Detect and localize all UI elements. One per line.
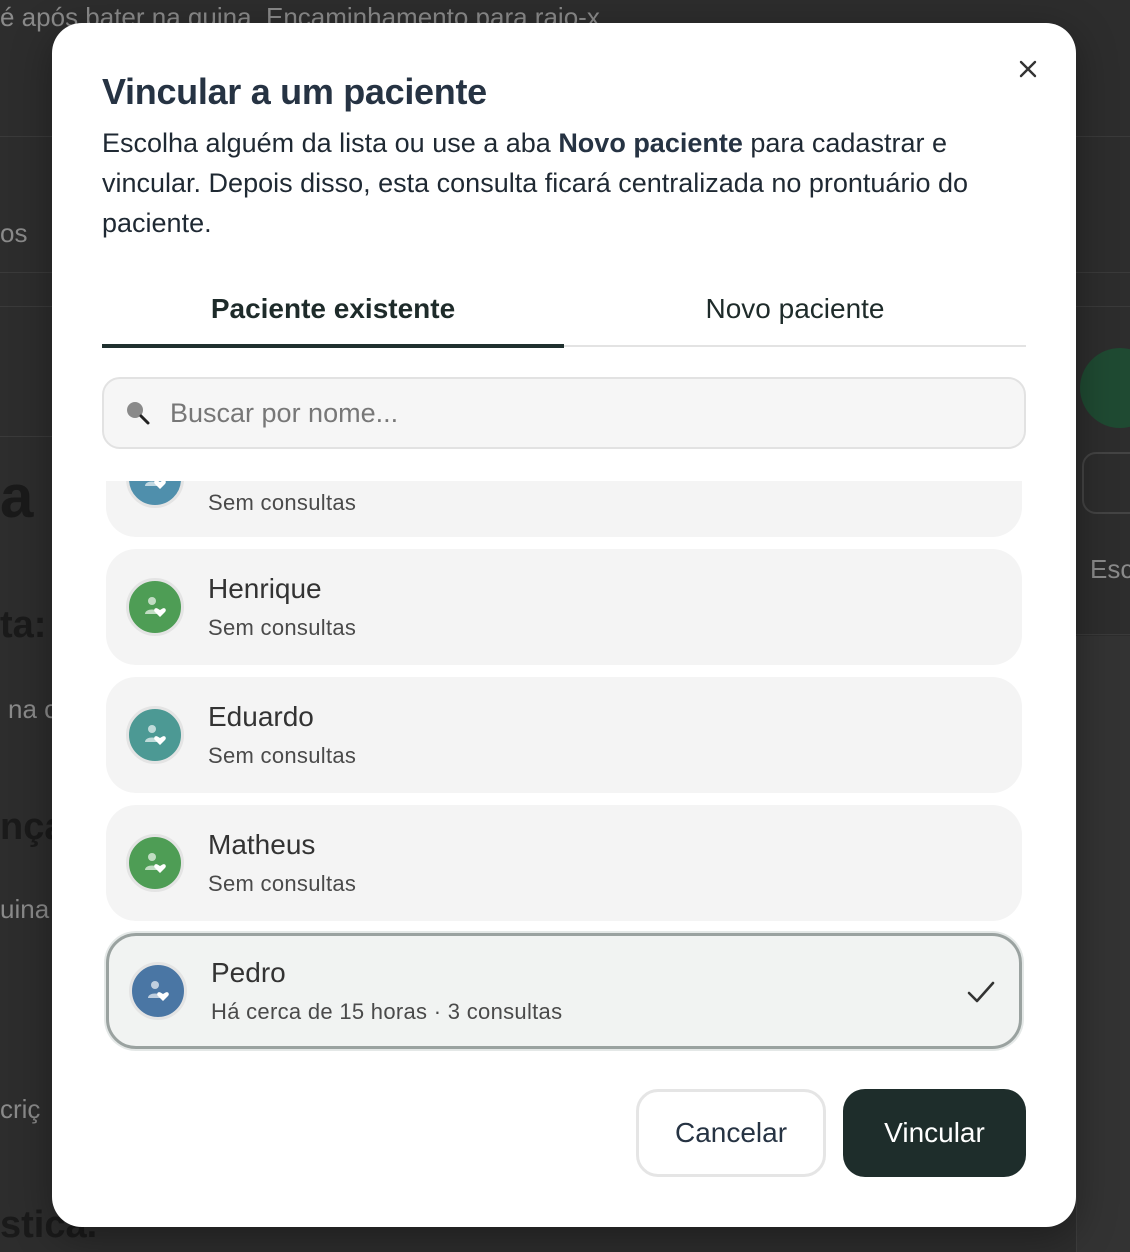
background-fragment: Esc (1090, 554, 1130, 584)
patient-item-henrique[interactable]: Henrique Sem consultas (106, 549, 1022, 665)
background-fragment: na c (8, 694, 58, 724)
check-icon (967, 981, 995, 1003)
patient-item-matheus[interactable]: Matheus Sem consultas (106, 805, 1022, 921)
patient-icon (145, 853, 166, 873)
background-fragment: uina (0, 894, 50, 924)
patient-icon (148, 981, 169, 1001)
search-input[interactable] (170, 397, 970, 429)
patient-name: Henrique (208, 573, 322, 604)
cancel-button[interactable]: Cancelar (636, 1089, 826, 1177)
patient-tabs: Paciente existente Novo paciente (102, 289, 1026, 348)
patient-name: Pedro (211, 957, 286, 988)
dialog-description: Escolha alguém da lista ou use a aba Nov… (102, 123, 1032, 243)
background-fragment: a (0, 463, 34, 530)
close-icon (1019, 60, 1037, 78)
tab-existing-patient[interactable]: Paciente existente (102, 289, 564, 348)
search-field (102, 377, 1026, 449)
patient-icon (145, 597, 166, 617)
divider (1076, 634, 1130, 635)
patient-list[interactable]: Sem consultas Henrique Sem consultas Edu… (102, 481, 1026, 1061)
avatar (129, 962, 187, 1020)
patient-subtitle: Sem consultas (208, 490, 357, 515)
dialog-title: Vincular a um paciente (102, 71, 487, 112)
avatar (126, 706, 184, 764)
background-fragment: criç (0, 1094, 41, 1124)
avatar (126, 834, 184, 892)
patient-subtitle: Sem consultas (208, 615, 357, 640)
patient-subtitle: Sem consultas (208, 743, 357, 768)
description-text: Escolha alguém da lista ou use a aba (102, 128, 559, 158)
background-input (1082, 452, 1130, 514)
patient-subtitle: Há cerca de 15 horas · 3 consultas (211, 999, 563, 1024)
background-avatar (1080, 348, 1130, 428)
avatar (126, 481, 184, 508)
close-button[interactable] (1014, 55, 1042, 83)
background-panel (1076, 636, 1130, 1252)
tab-new-patient[interactable]: Novo paciente (564, 289, 1026, 345)
background-fragment: ta: (0, 604, 47, 646)
patient-name: Matheus (208, 829, 316, 860)
link-patient-dialog: Vincular a um paciente Escolha alguém da… (52, 23, 1076, 1227)
link-button[interactable]: Vincular (843, 1089, 1026, 1177)
patient-item-eduardo[interactable]: Eduardo Sem consultas (106, 677, 1022, 793)
avatar (126, 578, 184, 636)
patient-name: Eduardo (208, 701, 314, 732)
patient-icon (145, 481, 166, 489)
search-icon (127, 402, 150, 425)
divider (0, 436, 60, 437)
background-fragment: os (0, 218, 28, 248)
description-highlight: Novo paciente (558, 128, 743, 158)
patient-subtitle: Sem consultas (208, 871, 357, 896)
patient-icon (145, 725, 166, 745)
patient-item-pedro[interactable]: Pedro Há cerca de 15 horas · 3 consultas (106, 933, 1022, 1049)
patient-item[interactable]: Sem consultas (106, 481, 1022, 537)
